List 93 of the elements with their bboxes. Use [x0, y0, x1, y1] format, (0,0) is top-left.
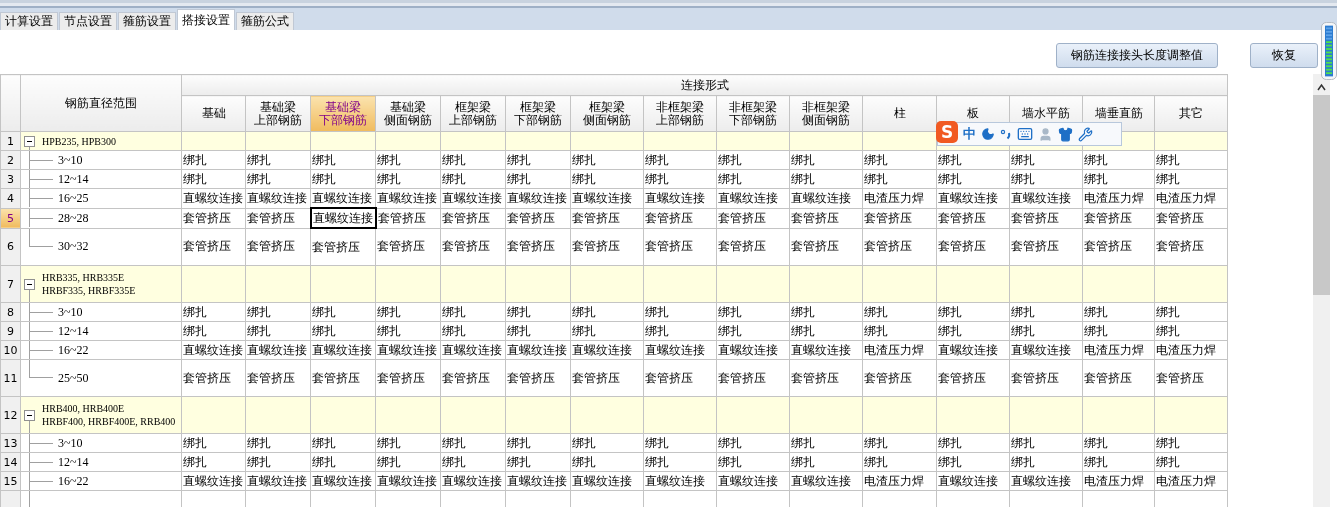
- table-cell[interactable]: 套管挤压: [936, 359, 1010, 397]
- table-cell[interactable]: 套管挤压: [505, 228, 571, 266]
- table-cell[interactable]: 套管挤压: [643, 228, 717, 266]
- column-header[interactable]: 基础梁 下部钢筋: [310, 95, 376, 132]
- moon-icon[interactable]: [981, 127, 995, 141]
- collapse-icon[interactable]: [24, 278, 35, 290]
- collapse-icon[interactable]: [24, 135, 35, 147]
- column-header[interactable]: 基础: [181, 95, 246, 132]
- tree-line: [29, 170, 53, 188]
- table-cell[interactable]: 套管挤压: [440, 228, 506, 266]
- row-number: 6: [0, 228, 21, 266]
- column-header[interactable]: 其它: [1154, 95, 1228, 132]
- tab[interactable]: 节点设置: [59, 12, 117, 30]
- range-label: 16~22: [58, 342, 89, 358]
- range-label: 3~10: [58, 304, 83, 320]
- table-cell[interactable]: 套管挤压: [245, 228, 311, 266]
- table-cell[interactable]: 套管挤压: [643, 359, 717, 397]
- group-label: HRB400, HRB400E HRBF400, HRBF400E, RRB400: [42, 402, 176, 428]
- wrench-icon[interactable]: [1078, 126, 1093, 142]
- level-meter-icon: [1321, 22, 1337, 80]
- range-label: 3~10: [58, 435, 83, 451]
- row-number: 4: [0, 188, 21, 208]
- tree-line: [29, 228, 53, 247]
- range-label: 12~14: [58, 323, 89, 339]
- keyboard-icon[interactable]: [1017, 126, 1033, 142]
- row-number: 7: [0, 265, 21, 303]
- column-header[interactable]: 非框架梁 侧面钢筋: [789, 95, 863, 132]
- table-cell[interactable]: 套管挤压: [1009, 359, 1083, 397]
- row-number: 12: [0, 396, 21, 434]
- column-header[interactable]: 钢筋直径范围: [20, 74, 182, 132]
- group-label: HRB335, HRB335E HRBF335, HRBF335E: [42, 271, 136, 297]
- table-cell[interactable]: 套管挤压: [181, 228, 246, 266]
- range-label: 30~32: [58, 239, 89, 255]
- tree-line: [29, 360, 53, 378]
- table-cell[interactable]: 套管挤压: [1154, 359, 1228, 397]
- tree-line: [29, 453, 53, 471]
- range-label: 28~28: [58, 210, 89, 226]
- table-cell[interactable]: 套管挤压: [936, 228, 1010, 266]
- table-cell[interactable]: 套管挤压: [716, 359, 790, 397]
- row-number: 5: [0, 208, 21, 228]
- range-label: 12~14: [58, 171, 89, 187]
- table-cell[interactable]: 套管挤压: [245, 359, 311, 397]
- group-label: HPB235, HPB300: [42, 134, 116, 148]
- table-cell[interactable]: 套管挤压: [1009, 228, 1083, 266]
- tab[interactable]: 搭接设置: [177, 9, 235, 30]
- corner-header: [0, 74, 21, 132]
- table-cell[interactable]: 套管挤压: [862, 359, 937, 397]
- table-cell[interactable]: 套管挤压: [570, 228, 644, 266]
- table-cell[interactable]: 套管挤压: [789, 228, 863, 266]
- punctuation-icon[interactable]: [1000, 128, 1012, 140]
- column-header[interactable]: 非框架梁 上部钢筋: [643, 95, 717, 132]
- tree-line: [29, 209, 53, 227]
- tab[interactable]: 箍筋公式: [236, 12, 294, 30]
- table-cell[interactable]: 套管挤压: [310, 228, 376, 266]
- table-cell[interactable]: 套管挤压: [375, 359, 441, 397]
- row-number: 11: [0, 359, 21, 397]
- column-header[interactable]: 框架梁 下部钢筋: [505, 95, 571, 132]
- tree-line: [29, 341, 53, 359]
- column-header[interactable]: 基础梁 上部钢筋: [245, 95, 311, 132]
- column-header[interactable]: 柱: [862, 95, 937, 132]
- table-cell[interactable]: 套管挤压: [1154, 228, 1228, 266]
- restore-button[interactable]: 恢复: [1250, 42, 1318, 68]
- range-label: 16~25: [58, 190, 89, 206]
- table-cell[interactable]: 套管挤压: [1082, 228, 1155, 266]
- range-label: 25~50: [58, 370, 89, 386]
- scrollbar[interactable]: [1313, 74, 1330, 507]
- table-cell[interactable]: 套管挤压: [789, 359, 863, 397]
- column-header[interactable]: 非框架梁 下部钢筋: [716, 95, 790, 132]
- table-cell[interactable]: 直螺纹连接: [310, 208, 376, 228]
- tree-line: [29, 189, 53, 208]
- group-header: 连接形式: [181, 74, 1228, 96]
- range-label: 12~14: [58, 454, 89, 470]
- adjust-button[interactable]: 钢筋连接接头长度调整值: [1056, 42, 1218, 68]
- scroll-thumb[interactable]: [1313, 95, 1330, 295]
- tab[interactable]: 计算设置: [0, 12, 58, 30]
- table-cell[interactable]: 套管挤压: [862, 228, 937, 266]
- table-cell[interactable]: 套管挤压: [310, 359, 376, 397]
- column-header[interactable]: 基础梁 侧面钢筋: [375, 95, 441, 132]
- table-cell[interactable]: 套管挤压: [1082, 359, 1155, 397]
- tree-line: [29, 322, 53, 340]
- collapse-icon[interactable]: [24, 409, 35, 421]
- column-header[interactable]: 框架梁 上部钢筋: [440, 95, 506, 132]
- shirt-icon[interactable]: [1058, 126, 1073, 142]
- column-header[interactable]: 框架梁 侧面钢筋: [570, 95, 644, 132]
- table-cell[interactable]: 套管挤压: [716, 228, 790, 266]
- range-label: 3~10: [58, 152, 83, 168]
- table-cell[interactable]: 套管挤压: [570, 359, 644, 397]
- table-cell[interactable]: 套管挤压: [440, 359, 506, 397]
- tab[interactable]: 箍筋设置: [118, 12, 176, 30]
- range-label: 16~22: [58, 473, 89, 489]
- table-cell[interactable]: 套管挤压: [181, 359, 246, 397]
- table-cell[interactable]: 套管挤压: [505, 359, 571, 397]
- table-cell[interactable]: 套管挤压: [375, 228, 441, 266]
